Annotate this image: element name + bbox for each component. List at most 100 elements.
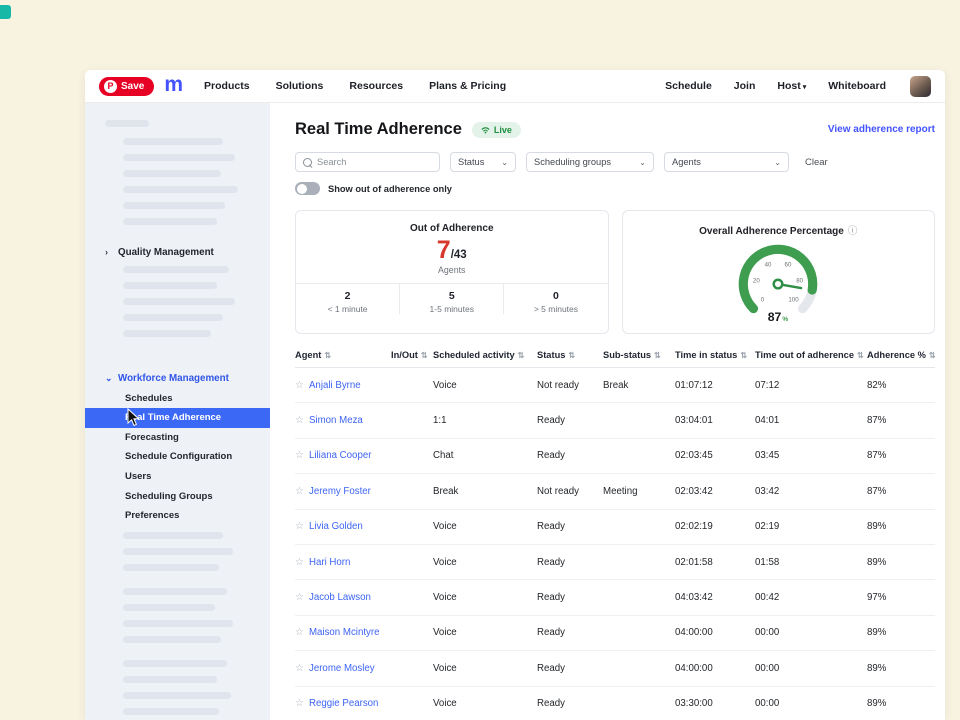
scheduling-groups-dropdown[interactable]: Scheduling groups ⌄ bbox=[526, 152, 654, 172]
out-card-title: Out of Adherence bbox=[296, 223, 608, 234]
table-row[interactable]: ☆ Reggie Pearson Voice Ready 03:30:00 00… bbox=[295, 687, 935, 720]
clear-filters-button[interactable]: Clear bbox=[805, 157, 828, 168]
status-cell: Ready bbox=[537, 698, 603, 709]
star-icon[interactable]: ☆ bbox=[295, 521, 304, 532]
nav-item-host[interactable]: Host▾ bbox=[777, 80, 806, 92]
quality-management-label: Quality Management bbox=[118, 247, 214, 258]
miro-logo[interactable]: m bbox=[164, 73, 182, 97]
agents-dropdown[interactable]: Agents ⌄ bbox=[664, 152, 789, 172]
agent-name-link[interactable]: Maison Mcintyre bbox=[309, 627, 380, 638]
agent-name-link[interactable]: Livia Golden bbox=[309, 521, 363, 532]
skeleton-bar bbox=[123, 330, 211, 337]
star-icon[interactable]: ☆ bbox=[295, 627, 304, 638]
pinterest-save-button[interactable]: P Save bbox=[99, 77, 154, 96]
table-row[interactable]: ☆ Maison Mcintyre Voice Ready 04:00:00 0… bbox=[295, 616, 935, 651]
sidebar-item-workforce-management[interactable]: ⌄ Workforce Management bbox=[85, 370, 270, 386]
view-adherence-report-link[interactable]: View adherence report bbox=[828, 124, 935, 135]
star-icon[interactable]: ☆ bbox=[295, 380, 304, 391]
table-row[interactable]: ☆ Anjali Byrne Voice Not ready Break 01:… bbox=[295, 368, 935, 403]
sort-icon[interactable]: ⇅ bbox=[654, 351, 661, 360]
table-row[interactable]: ☆ Simon Meza 1:1 Ready 03:04:01 04:01 87… bbox=[295, 403, 935, 438]
nav-item-plans-pricing[interactable]: Plans & Pricing bbox=[429, 80, 506, 92]
column-header-sub-status[interactable]: Sub-status⇅ bbox=[603, 350, 675, 360]
status-cell: Not ready bbox=[537, 486, 603, 497]
skeleton-bar bbox=[123, 170, 221, 177]
live-label: Live bbox=[494, 125, 512, 135]
column-header-scheduled-activity[interactable]: Scheduled activity⇅ bbox=[433, 350, 537, 360]
pinterest-save-label: Save bbox=[121, 81, 144, 92]
status-cell: Ready bbox=[537, 415, 603, 426]
time-out-of-adherence-cell: 07:12 bbox=[755, 380, 867, 391]
sort-icon[interactable]: ⇅ bbox=[929, 351, 936, 360]
column-header-in-out[interactable]: In/Out⇅ bbox=[391, 350, 433, 360]
agent-name-link[interactable]: Liliana Cooper bbox=[309, 450, 371, 461]
nav-item-resources[interactable]: Resources bbox=[349, 80, 403, 92]
column-header-time-in-status[interactable]: Time in status⇅ bbox=[675, 350, 755, 360]
sidebar-item-preferences[interactable]: Preferences bbox=[85, 506, 270, 526]
sidebar-item-scheduling-groups[interactable]: Scheduling Groups bbox=[85, 486, 270, 506]
table-row[interactable]: ☆ Liliana Cooper Chat Ready 02:03:45 03:… bbox=[295, 439, 935, 474]
column-label: In/Out bbox=[391, 350, 418, 360]
column-header-time-out-of-adherence[interactable]: Time out of adherence⇅ bbox=[755, 350, 867, 360]
column-header-agent[interactable]: Agent⇅ bbox=[295, 350, 391, 360]
star-icon[interactable]: ☆ bbox=[295, 450, 304, 461]
sidebar-item-users[interactable]: Users bbox=[85, 466, 270, 486]
star-icon[interactable]: ☆ bbox=[295, 486, 304, 497]
star-icon[interactable]: ☆ bbox=[295, 557, 304, 568]
toggle-label: Show out of adherence only bbox=[328, 184, 452, 194]
star-icon[interactable]: ☆ bbox=[295, 698, 304, 709]
column-label: Time out of adherence bbox=[755, 350, 854, 360]
sidebar-item-quality-management[interactable]: › Quality Management bbox=[85, 244, 270, 260]
star-icon[interactable]: ☆ bbox=[295, 592, 304, 603]
agent-name-link[interactable]: Reggie Pearson bbox=[309, 698, 378, 709]
nav-item-whiteboard[interactable]: Whiteboard bbox=[828, 80, 886, 92]
status-dropdown[interactable]: Status ⌄ bbox=[450, 152, 516, 172]
column-header-adherence-[interactable]: Adherence %⇅ bbox=[867, 350, 935, 360]
gauge-tick-label: 100 bbox=[789, 297, 800, 304]
table-row[interactable]: ☆ Livia Golden Voice Ready 02:02:19 02:1… bbox=[295, 510, 935, 545]
table-row[interactable]: ☆ Hari Horn Voice Ready 02:01:58 01:58 8… bbox=[295, 545, 935, 580]
agent-name-link[interactable]: Jerome Mosley bbox=[309, 663, 375, 674]
column-label: Status bbox=[537, 350, 565, 360]
sort-icon[interactable]: ⇅ bbox=[518, 351, 525, 360]
adherence-percent-cell: 87% bbox=[867, 415, 935, 426]
time-out-of-adherence-cell: 00:00 bbox=[755, 663, 867, 674]
nav-item-solutions[interactable]: Solutions bbox=[276, 80, 324, 92]
time-out-of-adherence-cell: 02:19 bbox=[755, 521, 867, 532]
sort-icon[interactable]: ⇅ bbox=[857, 351, 864, 360]
skeleton-bar bbox=[123, 548, 233, 555]
adherence-table: Agent⇅In/Out⇅Scheduled activity⇅Status⇅S… bbox=[295, 350, 935, 720]
sort-icon[interactable]: ⇅ bbox=[568, 351, 575, 360]
star-icon[interactable]: ☆ bbox=[295, 663, 304, 674]
sidebar-item-real-time-adherence[interactable]: Real Time Adherence bbox=[85, 408, 270, 428]
search-input[interactable]: Search bbox=[295, 152, 440, 172]
skeleton-bar bbox=[123, 532, 223, 539]
column-header-status[interactable]: Status⇅ bbox=[537, 350, 603, 360]
sidebar-item-schedules[interactable]: Schedules bbox=[85, 388, 270, 408]
sub-status-cell: Meeting bbox=[603, 486, 675, 497]
sort-icon[interactable]: ⇅ bbox=[740, 351, 747, 360]
sidebar-item-schedule-configuration[interactable]: Schedule Configuration bbox=[85, 447, 270, 467]
table-row[interactable]: ☆ Jerome Mosley Voice Ready 04:00:00 00:… bbox=[295, 651, 935, 686]
adherence-percent-cell: 89% bbox=[867, 627, 935, 638]
status-dropdown-label: Status bbox=[458, 157, 484, 167]
out-count-total: /43 bbox=[451, 249, 467, 261]
agent-name-link[interactable]: Anjali Byrne bbox=[309, 380, 361, 391]
agent-name-link[interactable]: Jeremy Foster bbox=[309, 486, 371, 497]
table-row[interactable]: ☆ Jacob Lawson Voice Ready 04:03:42 00:4… bbox=[295, 580, 935, 615]
avatar[interactable] bbox=[910, 76, 931, 97]
sidebar-item-forecasting[interactable]: Forecasting bbox=[85, 427, 270, 447]
status-cell: Ready bbox=[537, 627, 603, 638]
sort-icon[interactable]: ⇅ bbox=[421, 351, 428, 360]
sort-icon[interactable]: ⇅ bbox=[324, 351, 331, 360]
skeleton-bar bbox=[123, 676, 217, 683]
agent-name-link[interactable]: Simon Meza bbox=[309, 415, 363, 426]
out-of-adherence-toggle[interactable] bbox=[295, 182, 320, 195]
nav-item-products[interactable]: Products bbox=[204, 80, 250, 92]
star-icon[interactable]: ☆ bbox=[295, 415, 304, 426]
table-row[interactable]: ☆ Jeremy Foster Break Not ready Meeting … bbox=[295, 474, 935, 509]
nav-item-join[interactable]: Join bbox=[734, 80, 756, 92]
nav-item-schedule[interactable]: Schedule bbox=[665, 80, 712, 92]
agent-name-link[interactable]: Hari Horn bbox=[309, 557, 350, 568]
agent-name-link[interactable]: Jacob Lawson bbox=[309, 592, 371, 603]
